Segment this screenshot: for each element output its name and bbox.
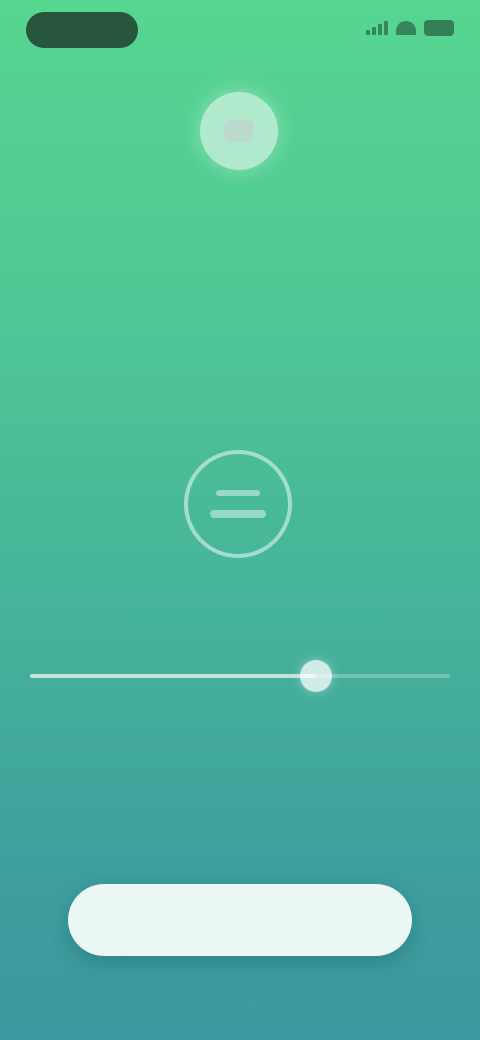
- slider-thumb[interactable]: [299, 660, 332, 692]
- signal-icon: [366, 21, 388, 35]
- avatar-glyph: [224, 120, 254, 142]
- duration-slider[interactable]: [30, 660, 450, 692]
- primary-button[interactable]: [68, 884, 412, 956]
- timer-glyph-top: [216, 490, 260, 496]
- app-avatar-icon: [200, 92, 278, 170]
- timer-icon: [184, 450, 292, 558]
- status-icons: [366, 20, 454, 36]
- status-time-pill: [26, 12, 138, 48]
- timer-glyph-bottom: [210, 510, 266, 518]
- wifi-icon: [396, 21, 416, 35]
- slider-fill: [30, 674, 316, 678]
- battery-icon: [424, 20, 454, 36]
- status-bar: [0, 0, 480, 60]
